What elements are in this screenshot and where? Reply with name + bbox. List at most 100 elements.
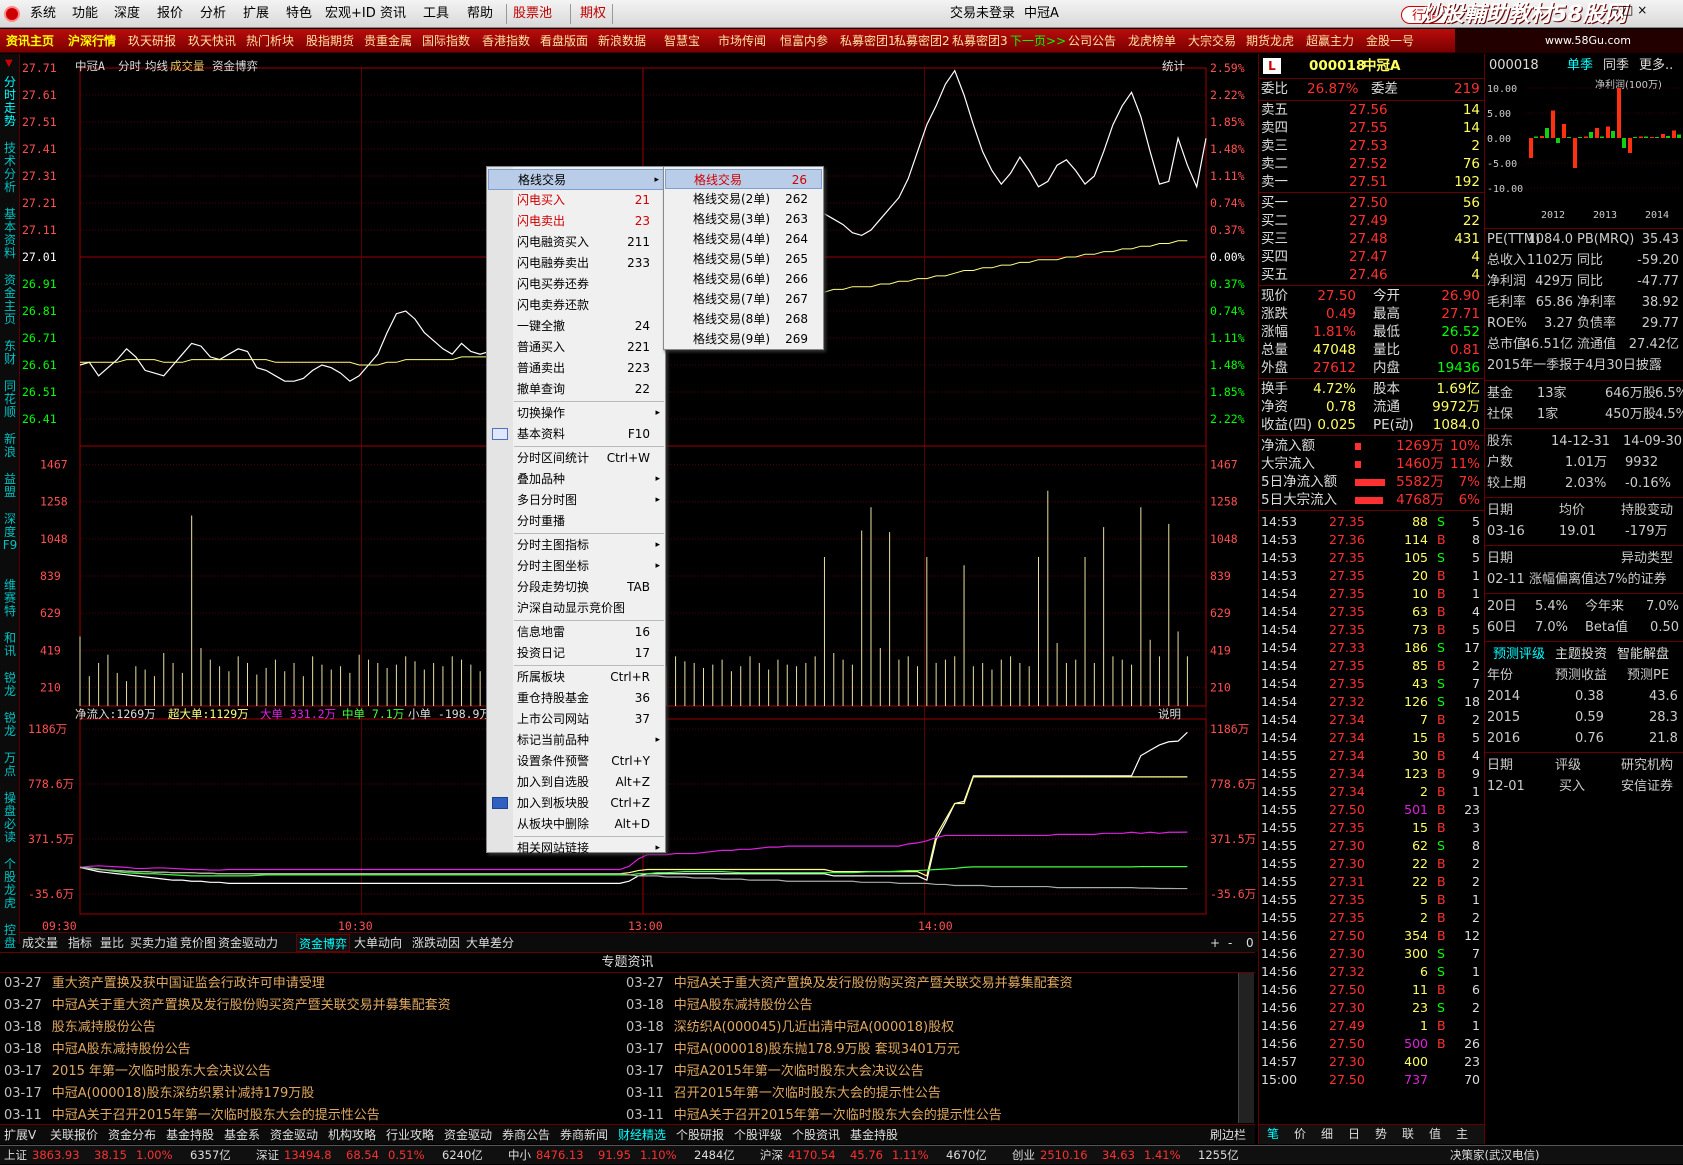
nav-tab-21[interactable]: 期货龙虎 — [1246, 29, 1294, 53]
nav-tab-8[interactable]: 香港指数 — [482, 29, 530, 53]
news-item[interactable]: 03-17 中冠A(000018)股东抛178.9万股 套现3401万元 — [626, 1039, 960, 1061]
news-headline[interactable]: 中冠A2015年第一次临时股东大会决议公告 — [674, 1064, 924, 1079]
left-tab-14[interactable]: 操盘必读 — [2, 792, 18, 844]
menu-info[interactable]: 资讯 — [380, 0, 406, 28]
menu-item-29[interactable]: 重仓持股基金 36 — [488, 688, 664, 709]
news-tab-15[interactable]: 基金持股 — [850, 1125, 898, 1145]
indicator-ctrl-1[interactable]: - — [1226, 934, 1234, 952]
left-tab-0[interactable]: 分时走势 — [2, 76, 18, 128]
forecast-tab-0[interactable]: 预测评级 — [1493, 645, 1545, 664]
news-headline[interactable]: 2015 年第一次临时股东大会决议公告 — [52, 1064, 271, 1079]
left-tab-3[interactable]: 资金主页 — [2, 274, 18, 326]
left-tab-11[interactable]: 锐龙 — [2, 672, 18, 698]
quote-tab-2[interactable]: 细 — [1321, 1125, 1333, 1144]
chart-header-flow[interactable]: 资金博弈 — [212, 58, 258, 74]
left-tab-5[interactable]: 同花顺 — [2, 380, 18, 419]
nav-tab-15[interactable]: 私募密团2 — [894, 29, 950, 53]
news-headline[interactable]: 召开2015年第一次临时股东大会的提示性公告 — [674, 1086, 941, 1101]
left-tab-2[interactable]: 基本资料 — [2, 208, 18, 260]
menu-extend[interactable]: 扩展 — [243, 0, 269, 28]
submenu-item-0[interactable]: 格线交易 26 — [665, 169, 822, 189]
indicator-tab-2[interactable]: 量比 — [98, 934, 126, 952]
menu-item-12[interactable]: 切换操作 ▸ — [488, 403, 664, 424]
nav-tab-18[interactable]: 公司公告 — [1068, 29, 1116, 53]
news-tab-8[interactable]: 资金驱动 — [444, 1125, 492, 1145]
news-tab-0[interactable]: 扩展V — [4, 1125, 36, 1145]
menu-item-21[interactable]: 分时主图坐标 ▸ — [488, 556, 664, 577]
nav-tab-14[interactable]: 私募密团1 — [840, 29, 896, 53]
news-tab-14[interactable]: 个股资讯 — [792, 1125, 840, 1145]
menu-item-9[interactable]: 普通卖出 223 — [488, 358, 664, 379]
left-tab-4[interactable]: 东财 — [2, 340, 18, 366]
f10-tab-1[interactable]: 同季 — [1603, 56, 1629, 75]
menu-item-34[interactable]: 加入到板块股 Ctrl+Z — [488, 793, 664, 814]
left-tab-10[interactable]: 和讯 — [2, 632, 18, 658]
news-tab-13[interactable]: 个股评级 — [734, 1125, 782, 1145]
menu-analysis[interactable]: 分析 — [200, 0, 226, 28]
quote-tab-4[interactable]: 势 — [1375, 1125, 1387, 1144]
submenu-item-6[interactable]: 格线交易(7单) 267 — [665, 289, 822, 309]
news-tab-7[interactable]: 行业攻略 — [386, 1125, 434, 1145]
news-headline[interactable]: 中冠A(000018)股东抛178.9万股 套现3401万元 — [674, 1042, 960, 1057]
left-tab-12[interactable]: 锐龙 — [2, 712, 18, 738]
chart-header-mode[interactable]: 分时 — [118, 58, 141, 74]
news-item[interactable]: 03-11 召开2015年第一次临时股东大会的提示性公告 — [626, 1083, 941, 1105]
menu-item-31[interactable]: 标记当前品种 ▸ — [488, 730, 664, 751]
forecast-tab-2[interactable]: 智能解盘 — [1617, 645, 1669, 664]
indicator-tab-1[interactable]: 指标 — [66, 934, 94, 952]
menu-item-30[interactable]: 上市公司网站 37 — [488, 709, 664, 730]
menu-item-10[interactable]: 撤单查询 22 — [488, 379, 664, 400]
nav-tab-2[interactable]: 玖天研报 — [128, 29, 176, 53]
explain-button[interactable]: 说明 — [1158, 706, 1181, 722]
menu-item-33[interactable]: 加入到自选股 Alt+Z — [488, 772, 664, 793]
menu-item-13[interactable]: 基本资料 F10 — [488, 424, 664, 445]
indicator-ctrl-2[interactable]: 0 — [1244, 934, 1256, 952]
indicator-tab-5[interactable]: 资金驱动力 — [216, 934, 280, 952]
menu-item-16[interactable]: 叠加品种 ▸ — [488, 469, 664, 490]
nav-tab-4[interactable]: 热门析块 — [246, 29, 294, 53]
f10-tab-2[interactable]: 更多.. — [1639, 56, 1673, 75]
chart-header-volume[interactable]: 成交量 — [170, 58, 205, 74]
toggle-sidebar-button[interactable]: 刷边栏> — [1210, 1125, 1255, 1162]
news-tab-9[interactable]: 券商公告 — [502, 1125, 550, 1145]
submenu-item-7[interactable]: 格线交易(8单) 268 — [665, 309, 822, 329]
news-scrollbar[interactable] — [1238, 973, 1254, 1123]
menu-item-23[interactable]: 沪深自动显示竞价图 — [488, 598, 664, 619]
submenu-item-3[interactable]: 格线交易(4单) 264 — [665, 229, 822, 249]
news-headline[interactable]: 中冠A关于重大资产置换及发行股份购买资产暨关联交易并募集配套资 — [52, 998, 451, 1013]
submenu-item-8[interactable]: 格线交易(9单) 269 — [665, 329, 822, 349]
news-headline[interactable]: 中冠A关于召开2015年第一次临时股东大会的提示性公告 — [674, 1108, 1002, 1123]
left-tab-1[interactable]: 技术分析 — [2, 142, 18, 194]
news-tab-11[interactable]: 财经精选 — [618, 1125, 666, 1145]
menu-item-2[interactable]: 闪电卖出 23 — [488, 211, 664, 232]
indicator-ctrl-0[interactable]: + — [1208, 934, 1222, 952]
menu-item-37[interactable]: 相关网站链接 ▸ — [488, 838, 664, 859]
news-item[interactable]: 03-18 深纺织A(000045)几近出清中冠A(000018)股权 — [626, 1017, 954, 1039]
news-headline[interactable]: 重大资产置换及获中国证监会行政许可申请受理 — [52, 976, 325, 991]
nav-tab-1[interactable]: 沪深行情 — [68, 29, 116, 53]
news-headline[interactable]: 中冠A关于召开2015年第一次临时股东大会的提示性公告 — [52, 1108, 380, 1123]
left-tab-6[interactable]: 新浪 — [2, 433, 18, 459]
nav-tab-12[interactable]: 市场传闻 — [718, 29, 766, 53]
news-headline[interactable]: 中冠A股东减持股份公告 — [52, 1042, 191, 1057]
indicator-tab-0[interactable]: 成交量 — [20, 934, 60, 952]
nav-tab-17[interactable]: 下一页>> — [1010, 29, 1066, 53]
chart-header-avg[interactable]: 均线 — [145, 58, 168, 74]
menu-stock-pool[interactable]: 股票池 — [513, 0, 552, 28]
menu-system[interactable]: 系统 — [30, 0, 56, 28]
nav-tab-11[interactable]: 智慧宝 — [664, 29, 700, 53]
submenu-item-4[interactable]: 格线交易(5单) 265 — [665, 249, 822, 269]
news-headline[interactable]: 中冠A关于重大资产置换及发行股份购买资产暨关联交易并募集配套资 — [674, 976, 1073, 991]
nav-tab-7[interactable]: 国际指数 — [422, 29, 470, 53]
menu-item-18[interactable]: 分时重播 — [488, 511, 664, 532]
stat-button[interactable]: 统计 — [1162, 58, 1185, 74]
f10-tab-0[interactable]: 单季 — [1567, 56, 1593, 75]
news-item[interactable]: 03-18 中冠A股东减持股份公告 — [626, 995, 813, 1017]
news-item[interactable]: 03-18 中冠A股东减持股份公告 — [4, 1039, 191, 1061]
news-tab-3[interactable]: 基金持股 — [166, 1125, 214, 1145]
news-tab-1[interactable]: 关联报价 — [50, 1125, 98, 1145]
quote-tab-0[interactable]: 笔 — [1267, 1125, 1279, 1144]
news-headline[interactable]: 股东减持股份公告 — [52, 1020, 156, 1035]
collapse-arrow-icon[interactable]: ▼ — [5, 58, 13, 69]
left-tab-7[interactable]: 益盟 — [2, 473, 18, 499]
